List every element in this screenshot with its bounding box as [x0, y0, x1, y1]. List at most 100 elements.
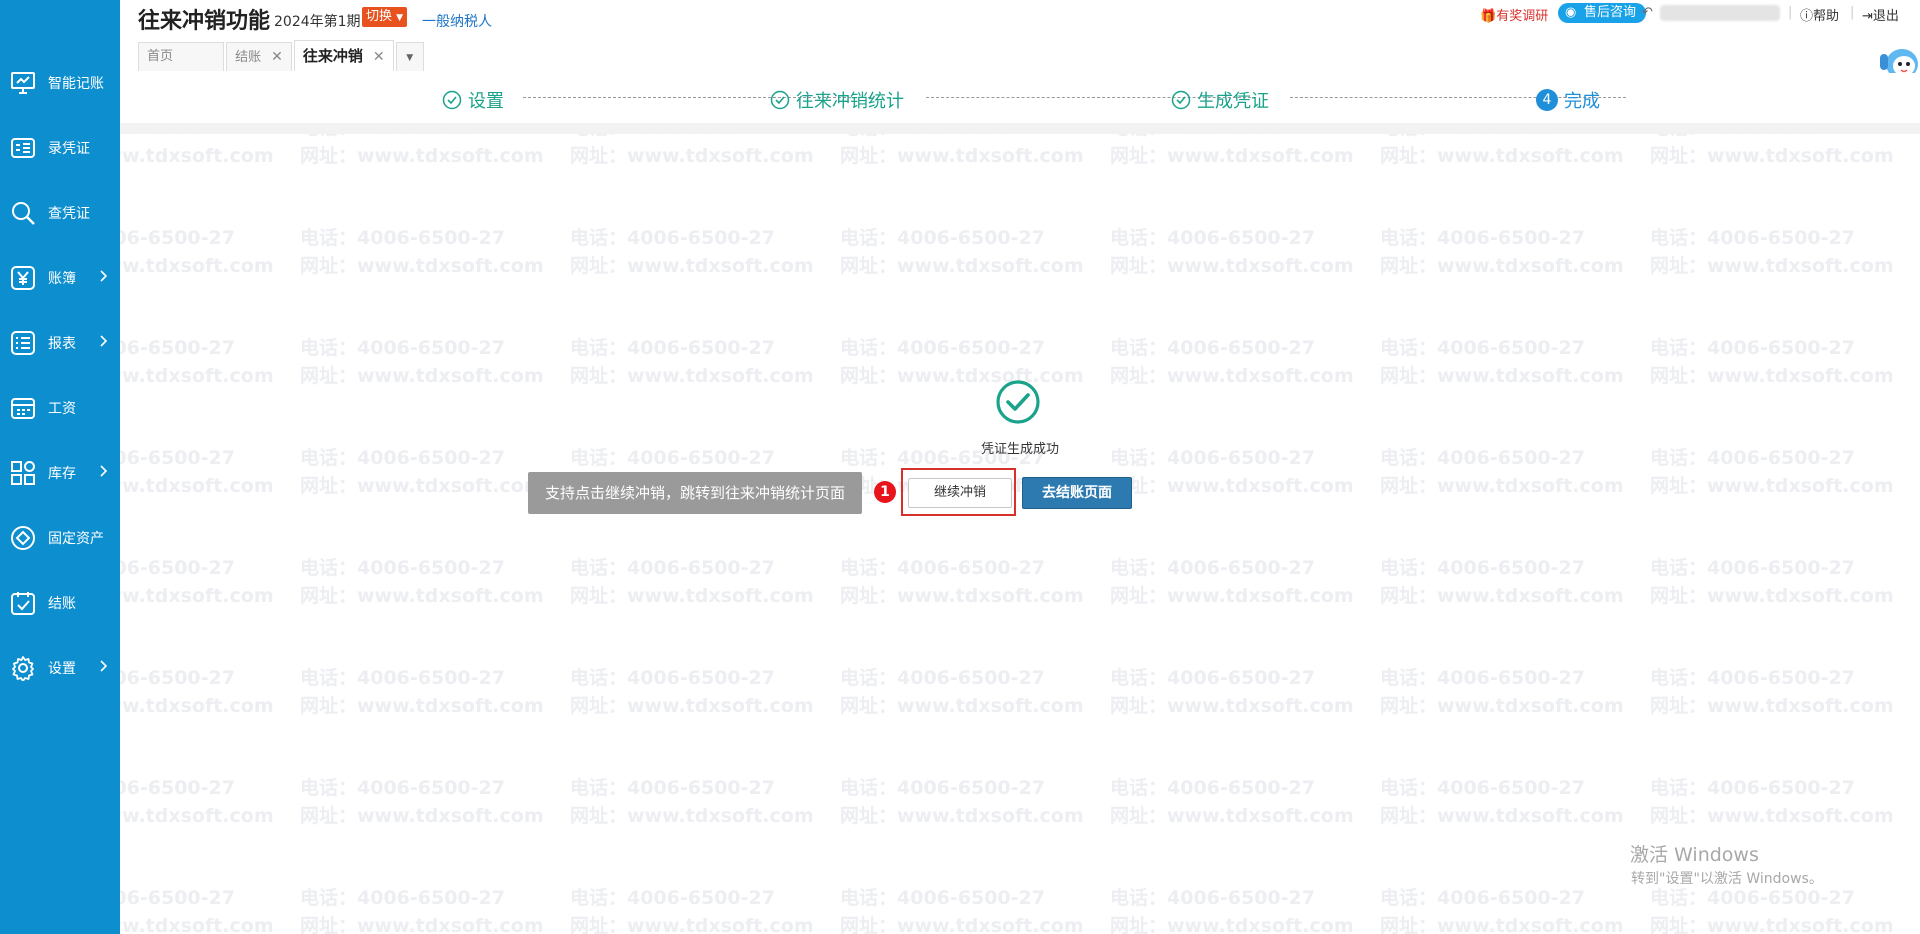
watermark-text: 电话：4006-6500-27 网址：www.tdxsoft.com: [1110, 884, 1354, 934]
watermark-phone: 电话：4006-6500-27: [120, 227, 235, 249]
watermark-phone: 电话：4006-6500-27: [120, 134, 274, 142]
service-label: 售后咨询: [1584, 5, 1637, 20]
tab-checkout[interactable]: 结账 ✕: [226, 42, 292, 71]
survey-link[interactable]: 🎁有奖调研: [1480, 5, 1548, 24]
watermark-text: 电话：4006-6500-27 网址：www.tdxsoft.com: [1650, 554, 1894, 610]
watermark-phone: 电话：4006-6500-27: [1110, 227, 1315, 249]
salary-icon: [10, 395, 36, 421]
watermark-site: 网址：www.tdxsoft.com: [1650, 585, 1894, 607]
search-icon: [10, 200, 36, 226]
watermark-site: 网址：www.tdxsoft.com: [300, 475, 544, 497]
watermark-phone: 电话：4006-6500-27: [1380, 447, 1585, 469]
step-label: 往来冲销统计: [796, 91, 904, 112]
watermark-phone: 电话：4006-6500-27: [120, 887, 235, 909]
watermark-site: 网址：www.tdxsoft.com: [120, 475, 274, 497]
sidebar-item-smart-bookkeeping[interactable]: 智能记账: [0, 62, 120, 102]
sidebar-item-salary[interactable]: 工资: [0, 387, 120, 427]
watermark-site: 网址：www.tdxsoft.com: [1380, 145, 1624, 167]
sidebar-item-enter-voucher[interactable]: 录凭证: [0, 127, 120, 167]
windows-activation-title: 激活 Windows: [1630, 844, 1759, 866]
watermark-text: 电话：4006-6500-27 网址：www.tdxsoft.com: [120, 884, 274, 934]
report-icon: [10, 330, 36, 356]
watermark-site: 网址：www.tdxsoft.com: [1110, 585, 1354, 607]
watermark-site: 网址：www.tdxsoft.com: [570, 365, 814, 387]
check-circle-icon: [770, 90, 790, 110]
watermark-text: 电话：4006-6500-27 网址：www.tdxsoft.com: [1380, 224, 1624, 280]
divider: |: [1850, 5, 1855, 20]
watermark-phone: 电话：4006-6500-27: [1650, 227, 1855, 249]
sidebar-item-ledger[interactable]: 账簿: [0, 257, 120, 297]
sidebar-item-label: 库存: [48, 466, 76, 482]
gift-icon: 🎁: [1480, 9, 1497, 24]
watermark-phone: 电话：4006-6500-27: [1380, 887, 1585, 909]
monitor-icon: [10, 70, 36, 96]
logout-icon: ⇥: [1862, 9, 1873, 24]
watermark-text: 电话：4006-6500-27 网址：www.tdxsoft.com: [570, 664, 814, 720]
watermark-phone: 电话：4006-6500-27: [570, 337, 775, 359]
help-link[interactable]: ⓘ帮助: [1800, 5, 1839, 24]
sidebar-item-label: 智能记账: [48, 76, 104, 92]
watermark-site: 网址：www.tdxsoft.com: [300, 255, 544, 277]
watermark-phone: 电话：4006-6500-27: [570, 134, 814, 142]
close-icon[interactable]: ✕: [271, 49, 283, 65]
watermark-text: 电话：4006-6500-27 网址：www.tdxsoft.com: [1650, 774, 1894, 830]
tab-dropdown-button[interactable]: ▼: [395, 42, 424, 71]
watermark-phone: 电话：4006-6500-27: [300, 667, 505, 689]
main-content: 电话：4006-6500-27 网址：www.tdxsoft.com 电话：4006…: [120, 134, 1920, 934]
watermark-phone: 电话：4006-6500-27: [570, 447, 775, 469]
watermark-phone: 电话：4006-6500-27: [840, 337, 1045, 359]
watermark-site: 网址：www.tdxsoft.com: [840, 695, 1084, 717]
continue-offset-button[interactable]: 继续冲销: [908, 478, 1012, 508]
watermark-phone: 电话：4006-6500-27: [120, 667, 235, 689]
watermark-text: 电话：4006-6500-27 网址：www.tdxsoft.com: [300, 334, 544, 390]
watermark-phone: 电话：4006-6500-27: [120, 777, 235, 799]
watermark-phone: 电话：4006-6500-27: [300, 227, 505, 249]
go-checkout-button[interactable]: 去结账页面: [1022, 477, 1132, 509]
sidebar-item-checkout[interactable]: 结账: [0, 582, 120, 622]
step-offset-stats: 往来冲销统计: [770, 87, 904, 113]
tab-home[interactable]: 首页: [138, 42, 225, 71]
tab-label: 首页: [147, 49, 174, 64]
logout-link[interactable]: ⇥退出: [1862, 5, 1899, 24]
watermark-phone: 电话：4006-6500-27: [1380, 227, 1585, 249]
tab-offset[interactable]: 往来冲销 ✕: [293, 40, 394, 71]
step-generate-voucher: 生成凭证: [1171, 87, 1269, 113]
sidebar-item-settings[interactable]: 设置: [0, 647, 120, 687]
close-icon[interactable]: ✕: [373, 49, 385, 65]
watermark-phone: 电话：4006-6500-27: [120, 337, 235, 359]
sidebar-item-inventory[interactable]: 库存: [0, 452, 120, 492]
watermark-phone: 电话：4006-6500-27: [1110, 447, 1315, 469]
watermark-phone: 电话：4006-6500-27: [840, 777, 1045, 799]
watermark-phone: 电话：4006-6500-27: [1110, 667, 1315, 689]
watermark-phone: 电话：4006-6500-27: [840, 557, 1045, 579]
watermark-text: 电话：4006-6500-27 网址：www.tdxsoft.com: [1380, 774, 1624, 830]
sidebar-item-query-voucher[interactable]: 查凭证: [0, 192, 120, 232]
watermark-text: 电话：4006-6500-27 网址：www.tdxsoft.com: [300, 134, 544, 170]
taxpayer-type-link[interactable]: 一般纳税人: [422, 11, 492, 31]
after-sales-service-button[interactable]: ◉ 售后咨询: [1558, 3, 1647, 23]
watermark-text: 电话：4006-6500-27 网址：www.tdxsoft.com: [300, 444, 544, 500]
sidebar-item-label: 查凭证: [48, 206, 90, 222]
step-complete: 4 完成: [1536, 87, 1600, 113]
chevron-right-icon: [98, 268, 110, 284]
watermark-phone: 电话：4006-6500-27: [1650, 667, 1855, 689]
top-header: 往来冲销功能 2024年第1期 切换 ▼ 一般纳税人 首页 结账 ✕ 往来冲销 ✕ …: [120, 0, 1920, 79]
accounting-period: 2024年第1期: [274, 14, 361, 30]
undo-icon[interactable]: ↶: [1642, 5, 1653, 20]
watermark-text: 电话：4006-6500-27 网址：www.tdxsoft.com: [570, 884, 814, 934]
watermark-text: 电话：4006-6500-27 网址：www.tdxsoft.com: [570, 334, 814, 390]
watermark-site: 网址：www.tdxsoft.com: [1110, 695, 1354, 717]
watermark-text: 电话：4006-6500-27 网址：www.tdxsoft.com: [120, 554, 274, 610]
sidebar-item-fixed-assets[interactable]: 固定资产: [0, 517, 120, 557]
switch-period-button[interactable]: 切换 ▼: [362, 7, 408, 27]
eye-icon: ◉: [1565, 5, 1577, 20]
watermark-text: 电话：4006-6500-27 网址：www.tdxsoft.com: [1110, 554, 1354, 610]
caret-down-icon: ▼: [396, 13, 404, 23]
watermark-text: 电话：4006-6500-27 网址：www.tdxsoft.com: [1650, 134, 1894, 170]
yen-icon: [10, 265, 36, 291]
chevron-right-icon: [98, 333, 110, 349]
watermark-text: 电话：4006-6500-27 网址：www.tdxsoft.com: [1650, 884, 1894, 934]
inventory-icon: [10, 460, 36, 486]
sidebar-item-report[interactable]: 报表: [0, 322, 120, 362]
watermark-text: 电话：4006-6500-27 网址：www.tdxsoft.com: [1110, 444, 1354, 500]
